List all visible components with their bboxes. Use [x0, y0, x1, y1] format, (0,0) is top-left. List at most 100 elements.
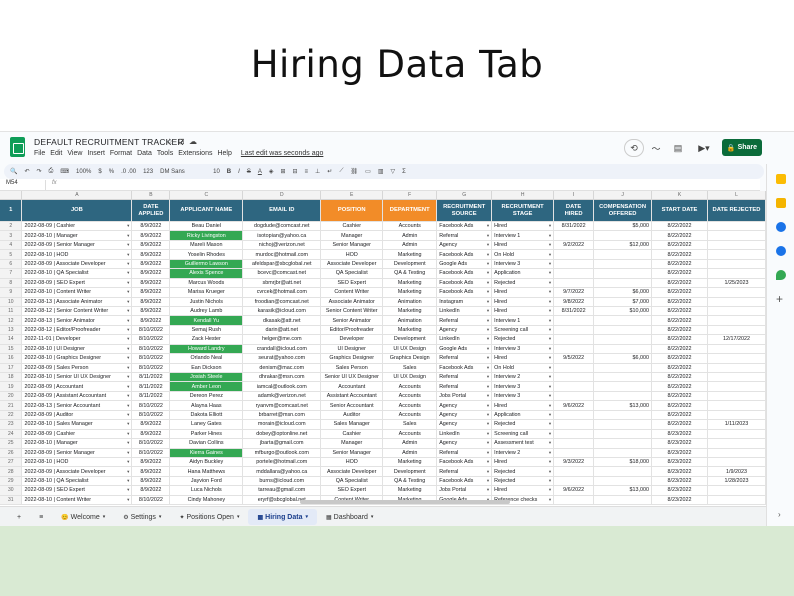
stage-cell[interactable]: Interview 1 ▾ — [491, 230, 555, 241]
dropdown-arrow-icon[interactable]: ▾ — [487, 392, 489, 400]
dropdown-arrow-icon[interactable]: ▾ — [487, 317, 489, 325]
position-cell[interactable]: Developer — [320, 334, 384, 345]
sheet-grid[interactable]: A B C D E F G H I J K L 1 JOB DATE APPLIED APPLICANT NA… — [0, 191, 766, 506]
date-hired-cell[interactable] — [553, 325, 595, 336]
tasks-icon[interactable] — [776, 222, 786, 232]
date-rejected-cell[interactable]: 12/17/2022 — [707, 334, 766, 345]
fill-color-icon[interactable]: ◈ — [269, 168, 274, 175]
dropdown-arrow-icon[interactable]: ▾ — [127, 486, 129, 494]
email-cell[interactable]: seurat@yahoo.com — [242, 353, 322, 364]
date-applied-cell[interactable]: 8/9/2022 — [131, 419, 171, 430]
dropdown-arrow-icon[interactable]: ▾ — [127, 402, 129, 410]
position-cell[interactable]: Sales Person — [320, 363, 384, 374]
row-number[interactable]: 22 — [0, 410, 23, 421]
applicant-name-cell[interactable]: Ean Dickson — [169, 363, 244, 374]
paint-format-icon[interactable]: ⌨ — [60, 168, 69, 175]
dropdown-arrow-icon[interactable]: ▾ — [127, 279, 129, 287]
header-email-id[interactable]: EMAIL ID — [242, 199, 322, 222]
position-cell[interactable]: SEO Expert — [320, 278, 384, 289]
source-cell[interactable]: Jobs Portal ▾ — [436, 391, 493, 402]
row-number[interactable]: 3 — [0, 230, 23, 241]
start-date-cell[interactable]: 8/22/2022 — [651, 287, 708, 298]
dropdown-arrow-icon[interactable]: ▾ — [487, 260, 489, 268]
date-applied-cell[interactable]: 8/10/2022 — [131, 363, 171, 374]
position-cell[interactable]: Senior Manager — [320, 448, 384, 458]
applicant-name-cell[interactable]: Dereon Perez — [169, 391, 244, 402]
date-rejected-cell[interactable] — [707, 259, 766, 270]
date-rejected-cell[interactable] — [707, 410, 766, 421]
menu-insert[interactable]: Insert — [87, 150, 105, 157]
job-cell[interactable]: 2022-08-10 | QA Specialist ▾ — [21, 268, 133, 279]
chevron-down-icon[interactable]: ▾ — [103, 514, 106, 520]
font-select[interactable]: DM Sans — [160, 169, 206, 175]
date-applied-cell[interactable]: 8/9/2022 — [131, 249, 171, 260]
dropdown-arrow-icon[interactable]: ▾ — [127, 392, 129, 400]
column-letter-G[interactable]: G — [436, 191, 493, 200]
compensation-cell[interactable] — [593, 315, 653, 326]
compensation-cell[interactable] — [593, 429, 653, 440]
date-hired-cell[interactable] — [553, 448, 595, 458]
comment-icon[interactable]: ▤ — [670, 139, 686, 157]
source-cell[interactable]: Google Ads▾ — [436, 259, 493, 270]
date-rejected-cell[interactable] — [707, 429, 766, 440]
compensation-cell[interactable]: $6,000 — [593, 353, 653, 364]
date-hired-cell[interactable] — [553, 372, 595, 383]
row-number[interactable]: 4 — [0, 240, 23, 251]
position-cell[interactable]: QA Specialist — [320, 476, 384, 487]
compensation-cell[interactable] — [593, 448, 653, 458]
dropdown-arrow-icon[interactable]: ▾ — [549, 317, 551, 325]
source-cell[interactable]: LinkedIn ▾ — [436, 334, 493, 345]
source-cell[interactable]: Facebook Ads ▾ — [436, 249, 493, 260]
dropdown-arrow-icon[interactable]: ▾ — [549, 420, 551, 428]
position-cell[interactable]: Assistant Accountant — [320, 391, 384, 402]
column-letter-E[interactable]: E — [320, 191, 384, 200]
applicant-name-cell[interactable]: Jayvion Ford — [169, 476, 244, 487]
dropdown-arrow-icon[interactable]: ▾ — [487, 251, 489, 259]
source-cell[interactable]: Facebook Ads ▾ — [436, 278, 493, 289]
date-rejected-cell[interactable] — [707, 485, 766, 496]
row-number[interactable]: 27 — [0, 457, 23, 468]
stage-cell[interactable]: Rejected ▾ — [491, 334, 555, 345]
department-cell[interactable]: Sales — [382, 363, 438, 374]
tab-settings[interactable]: ⚙ Settings ▾ — [114, 509, 170, 525]
email-cell[interactable]: isotopian@yahoo.ca — [242, 230, 322, 241]
date-hired-cell[interactable] — [553, 495, 595, 506]
job-cell[interactable]: 2022-08-10 | Senior UI UX Designer ▾ — [21, 372, 133, 383]
date-hired-cell[interactable] — [553, 429, 595, 440]
start-date-cell[interactable]: 8/22/2022 — [651, 240, 708, 251]
dropdown-arrow-icon[interactable]: ▾ — [549, 298, 551, 306]
dropdown-arrow-icon[interactable]: ▾ — [127, 354, 129, 362]
department-cell[interactable]: Accounts — [382, 429, 438, 440]
compensation-cell[interactable] — [593, 363, 653, 374]
start-date-cell[interactable]: 8/22/2022 — [651, 268, 708, 279]
dropdown-arrow-icon[interactable]: ▾ — [549, 486, 551, 494]
date-rejected-cell[interactable] — [707, 372, 766, 383]
dropdown-arrow-icon[interactable]: ▾ — [487, 222, 489, 230]
date-rejected-cell[interactable] — [707, 381, 766, 392]
row-number[interactable]: 13 — [0, 325, 23, 336]
date-applied-cell[interactable]: 8/10/2022 — [131, 334, 171, 345]
position-cell[interactable]: SEO Expert — [320, 485, 384, 496]
compensation-cell[interactable]: $7,000 — [593, 297, 653, 307]
compensation-cell[interactable] — [593, 476, 653, 487]
date-hired-cell[interactable] — [553, 230, 595, 241]
wrap-icon[interactable]: ↵ — [327, 168, 332, 175]
stage-cell[interactable]: Interview 2 ▾ — [491, 372, 555, 383]
add-addon-icon[interactable]: + — [776, 292, 783, 306]
last-edit-link[interactable]: Last edit was seconds ago — [241, 150, 324, 157]
date-hired-cell[interactable] — [553, 249, 595, 260]
date-applied-cell[interactable]: 8/9/2022 — [131, 485, 171, 496]
row-number[interactable]: 12 — [0, 315, 23, 326]
date-hired-cell[interactable] — [553, 466, 595, 477]
department-cell[interactable]: QA & Testing — [382, 268, 438, 279]
job-cell[interactable]: 2022-08-09 | Accountant ▾ — [21, 381, 133, 392]
date-applied-cell[interactable]: 8/9/2022 — [131, 221, 171, 232]
all-sheets-icon[interactable]: ≡ — [30, 509, 52, 525]
applicant-name-cell[interactable]: Dakota Elliott — [169, 410, 244, 421]
header-position[interactable]: POSITION — [320, 199, 384, 222]
dropdown-arrow-icon[interactable]: ▾ — [549, 251, 551, 259]
job-cell[interactable]: 2022-08-10 | Manager ▾ — [21, 230, 133, 241]
position-cell[interactable]: Senior Animator — [320, 315, 384, 326]
column-letter-A[interactable]: A — [21, 191, 133, 200]
email-cell[interactable]: mddallara@yahoo.ca — [242, 466, 322, 477]
